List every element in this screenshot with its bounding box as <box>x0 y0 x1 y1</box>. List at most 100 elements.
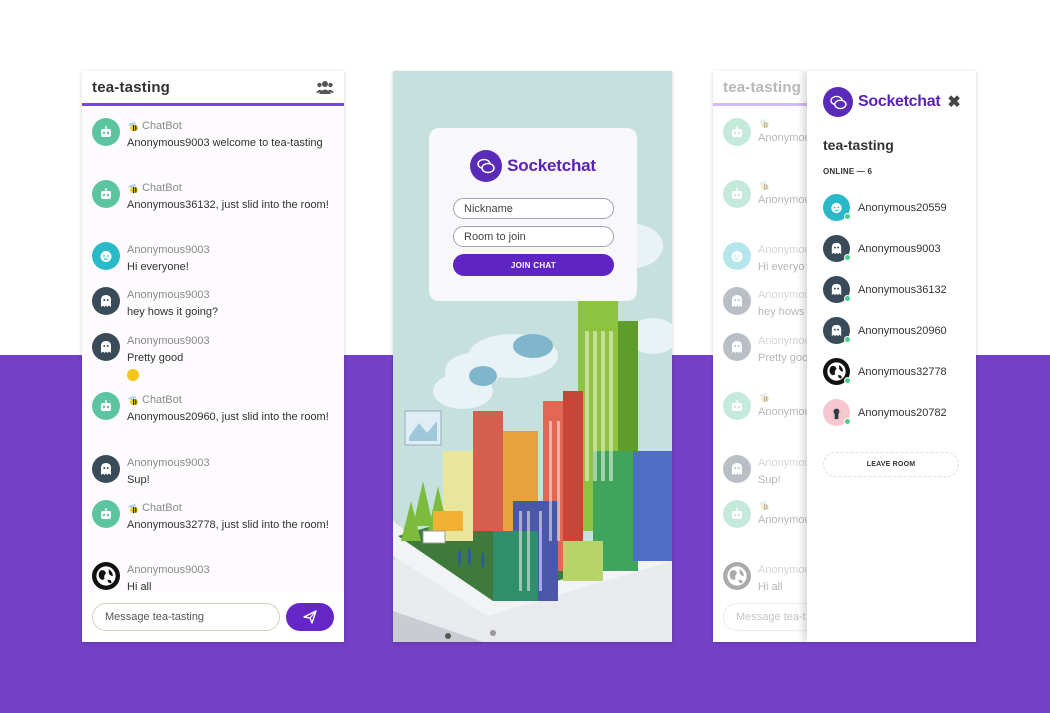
online-status-dot <box>844 295 851 302</box>
robot-icon <box>723 392 751 420</box>
robot-icon <box>723 180 751 208</box>
join-chat-button[interactable]: JOIN CHAT <box>453 254 614 276</box>
ghost-icon <box>723 333 751 361</box>
message-text: hey hows it going? <box>127 306 219 318</box>
globe-icon <box>723 562 751 590</box>
login-screen: Socketchat JOIN CHAT <box>393 71 672 642</box>
ghost-icon[interactable] <box>92 287 120 315</box>
user-name: Anonymous36132 <box>858 283 947 296</box>
brand: Socketchat <box>445 150 621 182</box>
robot-icon <box>723 500 751 528</box>
online-user[interactable]: Anonymous9003 <box>823 228 976 269</box>
chat-message: ChatBot Anonymous9003 welcome to tea-tas… <box>82 118 344 152</box>
room-input[interactable] <box>453 226 614 247</box>
message-text: Anonymous9003 welcome to tea-tasting <box>127 137 323 149</box>
online-status-dot <box>844 377 851 384</box>
online-status-dot <box>844 336 851 343</box>
chat-message: ChatBot Anonymous36132, just slid into t… <box>82 180 344 214</box>
user-name: Anonymous32778 <box>858 365 947 378</box>
message-text: Hi all <box>758 581 783 592</box>
message-text: Sup! <box>127 474 150 486</box>
bee-icon <box>759 181 769 190</box>
ghost-icon <box>723 455 751 483</box>
message-text: Hi everyone! <box>127 261 189 273</box>
message-sender: Anonymou <box>758 564 811 576</box>
close-icon[interactable]: ✖ <box>947 92 960 112</box>
message-text: Anonymous36132, just slid into the room! <box>127 199 329 211</box>
online-status-dot <box>844 418 851 425</box>
globe-icon[interactable] <box>92 562 120 590</box>
ghost-icon <box>823 235 851 262</box>
leave-room-button[interactable]: LEAVE ROOM <box>823 452 959 477</box>
message-sender: Anonymou <box>758 289 811 301</box>
online-user[interactable]: Anonymous32778 <box>823 351 976 392</box>
message-text: Hi all <box>127 581 152 592</box>
online-user[interactable]: Anonymous20782 <box>823 392 976 433</box>
online-users-list: Anonymous20559 Anonymous9003 Anonymous36… <box>823 187 976 433</box>
brand-name: Socketchat <box>858 93 941 110</box>
message-list[interactable]: ChatBot Anonymous9003 welcome to tea-tas… <box>82 109 344 592</box>
message-text: Anonymous20960, just slid into the room! <box>127 411 329 423</box>
baby-face-icon[interactable] <box>92 242 120 270</box>
smiley-emoji <box>127 367 210 384</box>
drawer-header: Socketchat ✖ <box>823 87 976 117</box>
robot-icon[interactable] <box>92 392 120 420</box>
bee-icon <box>759 119 769 128</box>
robot-icon[interactable] <box>92 118 120 146</box>
nickname-input[interactable] <box>453 198 614 219</box>
online-status-dot <box>844 254 851 261</box>
message-text: Pretty good <box>127 352 184 364</box>
message-text: Pretty goo <box>758 352 809 364</box>
user-name: Anonymous20559 <box>858 201 947 214</box>
users-drawer-screen: tea-tasting Anonymou welcom tasting Anon… <box>713 71 976 642</box>
users-drawer: Socketchat ✖ tea-tasting ONLINE — 6 Anon… <box>807 71 976 642</box>
message-sender: ChatBot <box>127 392 329 409</box>
message-sender: Anonymous9003 <box>127 244 210 256</box>
chat-message: Anonymous9003 Hi everyone! <box>82 242 344 276</box>
ghost-icon <box>823 276 851 303</box>
chat-message: Anonymous9003 Hi all <box>82 562 344 592</box>
online-user[interactable]: Anonymous20559 <box>823 187 976 228</box>
message-input[interactable] <box>92 603 280 631</box>
bee-icon <box>128 121 138 131</box>
message-sender: Anonymous9003 <box>127 457 210 469</box>
ghost-icon[interactable] <box>92 333 120 361</box>
message-text: Sup! <box>758 474 781 486</box>
ghost-icon <box>723 287 751 315</box>
message-text: Hi everyo <box>758 261 805 273</box>
message-sender: Anonymous9003 <box>127 289 210 301</box>
send-button[interactable] <box>286 603 334 631</box>
robot-icon[interactable] <box>92 180 120 208</box>
bee-icon <box>759 393 769 402</box>
chat-message: ChatBot Anonymous32778, just slid into t… <box>82 500 344 534</box>
baby-face-icon <box>823 194 851 221</box>
robot-icon[interactable] <box>92 500 120 528</box>
paper-plane-icon <box>303 610 317 624</box>
duck-icon <box>823 399 851 426</box>
user-name: Anonymous20782 <box>858 406 947 419</box>
message-sender: ChatBot <box>127 500 329 517</box>
online-user[interactable]: Anonymous20960 <box>823 310 976 351</box>
message-sender: Anonymou <box>758 335 811 347</box>
online-user[interactable]: Anonymous36132 <box>823 269 976 310</box>
chat-message: Anonymous9003 hey hows it going? <box>82 287 344 321</box>
room-title: tea-tasting <box>723 78 802 96</box>
message-sender: Anonymou <box>758 457 811 469</box>
ghost-icon[interactable] <box>92 455 120 483</box>
chat-header: tea-tasting <box>82 71 344 106</box>
chat-message: ChatBot Anonymous20960, just slid into t… <box>82 392 344 426</box>
users-icon[interactable] <box>316 80 334 94</box>
message-sender: ChatBot <box>127 180 329 197</box>
chat-bubbles-icon <box>470 150 503 182</box>
message-text: Anonymous32778, just slid into the room! <box>127 519 329 531</box>
bee-icon <box>128 395 138 405</box>
message-sender: Anonymous9003 <box>127 564 210 576</box>
robot-icon <box>723 118 751 146</box>
composer <box>82 592 344 642</box>
login-card: Socketchat JOIN CHAT <box>429 128 637 301</box>
message-sender: ChatBot <box>127 118 323 135</box>
globe-icon <box>823 358 851 385</box>
online-count: ONLINE — 6 <box>823 167 873 176</box>
drawer-room-title: tea-tasting <box>823 137 894 153</box>
online-status-dot <box>844 213 851 220</box>
